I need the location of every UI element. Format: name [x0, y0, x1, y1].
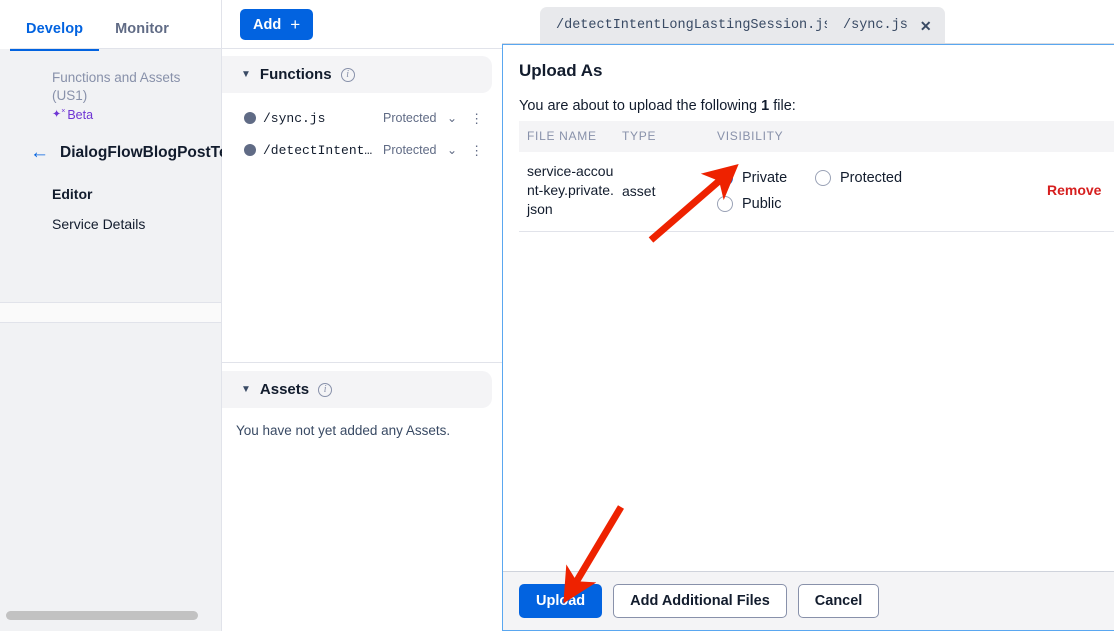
dialog-title: Upload As [519, 61, 603, 80]
file-tab-detectintent[interactable]: /detectIntentLongLastingSession.js ✕ [540, 7, 869, 44]
arrow-left-icon[interactable]: ← [30, 143, 49, 162]
radio-protected-label: Protected [840, 169, 903, 186]
functions-section-header[interactable]: ▼ Functions i [222, 56, 492, 93]
more-vertical-icon[interactable]: ⋮ [470, 112, 483, 125]
sidebar-service-meta: Functions and Assets (US1) ✦× Beta [0, 49, 221, 123]
file-tab-strip: /detectIntentLongLastingSession.js ✕ /sy… [502, 0, 1114, 44]
dialog-subtitle-pre: You are about to upload the following [519, 98, 762, 114]
assets-empty-text: You have not yet added any Assets. [236, 423, 451, 438]
sidebar-nav: Editor Service Details [52, 179, 221, 239]
table-row[interactable]: /sync.js Protected ⌄ ⋮ [222, 102, 502, 134]
caret-down-icon[interactable]: ▼ [241, 384, 251, 395]
sidebar-item-editor[interactable]: Editor [52, 179, 221, 209]
page-title: DialogFlowBlogPostTe [60, 143, 228, 161]
sparkle-icon: ✦× [52, 108, 66, 121]
column-header-visibility: VISIBILITY [709, 121, 1039, 152]
table-row[interactable]: /detectIntent… Protected ⌄ ⋮ [222, 134, 502, 166]
cell-type: asset [614, 152, 709, 232]
radio-public-input[interactable] [717, 195, 733, 212]
assets-section-header[interactable]: ▼ Assets i [222, 371, 492, 408]
beta-badge: ✦× Beta [52, 108, 93, 122]
plus-icon: + [290, 15, 301, 34]
file-name-text: service-account-key.private.json [527, 163, 614, 217]
cell-file-name: service-account-key.private.json [519, 152, 614, 232]
sidebar-item-service-details[interactable]: Service Details [52, 209, 221, 239]
close-icon[interactable]: ✕ [920, 19, 932, 33]
tab-monitor-label: Monitor [115, 21, 169, 37]
dialog-footer: Upload Add Additional Files Cancel [503, 571, 1114, 630]
assets-section-title: Assets [259, 381, 310, 398]
more-vertical-icon[interactable]: ⋮ [470, 144, 483, 157]
radio-private-label: Private [742, 169, 788, 186]
chevron-down-icon[interactable]: ⌄ [447, 111, 457, 125]
beta-label: Beta [67, 107, 94, 122]
upload-button[interactable]: Upload [519, 584, 603, 618]
sidebar-tabbar: Develop Monitor [0, 0, 221, 51]
function-path: /detectIntent… [263, 142, 373, 158]
dialog-subtitle-post: file: [769, 98, 796, 114]
chevron-down-icon[interactable]: ⌄ [447, 143, 457, 157]
column-header-type: TYPE [614, 121, 709, 152]
panel-toolbar: Add + [222, 0, 502, 49]
meta-line-1: Functions and Assets [52, 70, 181, 85]
tab-monitor[interactable]: Monitor [99, 0, 185, 51]
remove-button[interactable]: Remove [1047, 182, 1101, 198]
sidebar-item-editor-label: Editor [52, 186, 93, 202]
sidebar-hscrollbar-thumb[interactable] [6, 611, 198, 620]
radio-protected-input[interactable] [815, 169, 831, 186]
column-header-actions [1039, 121, 1114, 152]
table-header: FILE NAME TYPE VISIBILITY [519, 121, 1114, 152]
file-tab-label: /sync.js [843, 18, 908, 33]
sidebar-divider-bottom [0, 322, 221, 323]
app-root: Develop Monitor Functions and Assets (US… [0, 0, 1114, 631]
file-tab-label: /detectIntentLongLastingSession.js [556, 18, 832, 33]
cell-actions: Remove [1039, 152, 1114, 232]
cell-visibility: Private Protected Public [709, 152, 1039, 232]
tab-list: Develop Monitor [0, 0, 221, 51]
radio-private-input[interactable] [717, 169, 733, 186]
column-header-file-name: FILE NAME [519, 121, 614, 152]
tab-develop-label: Develop [26, 21, 84, 37]
dialog-file-count: 1 [761, 98, 770, 114]
radio-public[interactable]: Public [717, 195, 1039, 212]
upload-files-table: FILE NAME TYPE VISIBILITY service-accoun… [519, 121, 1114, 232]
sidebar-item-service-details-label: Service Details [52, 216, 146, 232]
radio-protected[interactable]: Protected [815, 169, 965, 186]
meta-line-2: (US1) [52, 88, 88, 103]
radio-public-label: Public [742, 195, 782, 212]
info-icon[interactable]: i [318, 382, 333, 397]
cancel-button[interactable]: Cancel [797, 584, 880, 618]
status-dot-icon [244, 112, 256, 124]
tab-develop[interactable]: Develop [10, 0, 100, 51]
function-visibility: Protected [383, 111, 437, 125]
visibility-radio-group: Private Protected Public [717, 169, 1039, 212]
table-row: service-account-key.private.json asset P… [519, 152, 1114, 232]
functions-section-title: Functions [259, 66, 332, 83]
radio-private[interactable]: Private [717, 169, 815, 186]
info-icon[interactable]: i [340, 67, 355, 82]
left-sidebar: Develop Monitor Functions and Assets (US… [0, 0, 228, 631]
panel-separator [222, 362, 502, 363]
dialog-subtitle: You are about to upload the following 1 … [519, 98, 1114, 114]
caret-down-icon[interactable]: ▼ [241, 69, 251, 80]
sidebar-hscrollbar-track[interactable] [0, 303, 221, 620]
upload-as-dialog: Upload As You are about to upload the fo… [502, 44, 1114, 631]
function-path: /sync.js [263, 110, 326, 126]
add-button[interactable]: Add + [240, 9, 314, 40]
file-type-text: asset [622, 182, 656, 199]
tabbar-divider [10, 48, 221, 49]
project-header[interactable]: ← DialogFlowBlogPostTe [30, 143, 228, 162]
functions-assets-panel: Add + ▼ Functions i /sync.js Protected ⌄… [222, 0, 502, 631]
add-additional-files-button[interactable]: Add Additional Files [613, 584, 787, 618]
dialog-body: Upload As You are about to upload the fo… [503, 45, 1114, 571]
function-visibility: Protected [383, 143, 437, 157]
functions-list: /sync.js Protected ⌄ ⋮ /detectIntent… Pr… [222, 93, 502, 166]
file-tab-sync[interactable]: /sync.js ✕ [827, 7, 945, 44]
status-dot-icon [244, 144, 256, 156]
add-button-label: Add [253, 16, 282, 33]
